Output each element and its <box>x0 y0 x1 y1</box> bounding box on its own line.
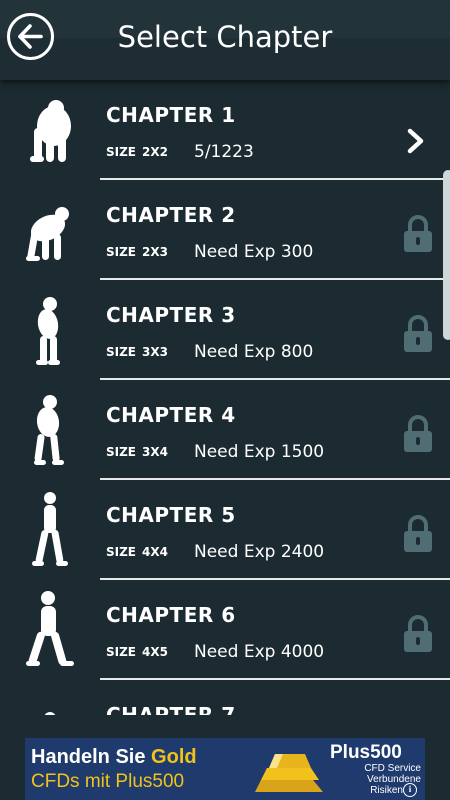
size-label: SIZE <box>106 445 137 459</box>
lock-icon <box>404 215 432 252</box>
human-silhouette-icon <box>44 712 56 715</box>
gorilla-silhouette-icon <box>30 100 71 162</box>
upright-human-silhouette-icon <box>32 492 68 566</box>
lock-icon <box>404 415 432 452</box>
size-label: SIZE <box>106 145 137 159</box>
chapter-title: CHAPTER 1 <box>106 103 236 127</box>
top-bar: Select Chapter <box>0 0 450 80</box>
chevron-right-icon[interactable] <box>405 127 427 155</box>
ad-banner[interactable]: Handeln Sie Gold CFDs mit Plus500 Plus50… <box>25 738 425 800</box>
ad-headline-highlight: Gold <box>151 746 197 768</box>
chapter-title: CHAPTER 2 <box>106 203 236 227</box>
chapter-row-4[interactable]: CHAPTER 4 SIZE 3X4 Need Exp 1500 <box>0 380 450 480</box>
ad-headline-prefix: Handeln Sie <box>31 746 146 768</box>
chapter-row-5[interactable]: CHAPTER 5 SIZE 4X4 Need Exp 2400 <box>0 480 450 580</box>
requirement-text: Need Exp 2400 <box>194 542 325 562</box>
lock-icon <box>404 615 432 652</box>
size-value: 3X4 <box>142 445 168 459</box>
chapter-list[interactable]: CHAPTER 1 SIZE 2X2 5/1223 CHAPTER 2 SIZE… <box>0 80 450 715</box>
chapter-row-7[interactable]: CHAPTER 7 <box>0 680 450 715</box>
lock-icon <box>404 315 432 352</box>
chapter-row-6[interactable]: CHAPTER 6 SIZE 4X5 Need Exp 4000 <box>0 580 450 680</box>
ad-subheadline: CFDs mit Plus500 <box>31 771 185 792</box>
size-value: 2X3 <box>142 245 168 259</box>
chapter-row-2[interactable]: CHAPTER 2 SIZE 2X3 Need Exp 300 <box>0 180 450 280</box>
ad-disclaimer-line: CFD Service <box>364 763 421 774</box>
size-value: 4X5 <box>142 645 168 659</box>
progress-text: 5/1223 <box>194 142 254 162</box>
size-value: 4X4 <box>142 545 168 559</box>
lock-icon <box>404 515 432 552</box>
chapter-title: CHAPTER 5 <box>106 503 236 527</box>
requirement-text: Need Exp 4000 <box>194 642 325 662</box>
size-label: SIZE <box>106 545 137 559</box>
size-label: SIZE <box>106 645 137 659</box>
size-value: 2X2 <box>142 145 168 159</box>
ape-silhouette-icon <box>26 207 69 261</box>
requirement-text: Need Exp 1500 <box>194 442 325 462</box>
page-title: Select Chapter <box>117 20 333 54</box>
scroll-edge-indicator <box>443 170 450 340</box>
requirement-text: Need Exp 300 <box>194 242 314 262</box>
size-label: SIZE <box>106 245 137 259</box>
walking-human-silhouette-icon <box>26 591 74 666</box>
chapter-title: CHAPTER 4 <box>106 403 236 427</box>
size-value: 3X3 <box>142 345 168 359</box>
size-label: SIZE <box>106 345 137 359</box>
info-icon[interactable]: i <box>403 783 417 797</box>
chapter-title: CHAPTER 7 <box>106 703 236 715</box>
chapter-title: CHAPTER 6 <box>106 603 236 627</box>
hominid-silhouette-icon <box>34 395 64 465</box>
ad-brand: Plus500 <box>330 742 402 763</box>
chapter-title: CHAPTER 3 <box>106 303 236 327</box>
chapter-row-1[interactable]: CHAPTER 1 SIZE 2X2 5/1223 <box>0 80 450 180</box>
early-hominid-silhouette-icon <box>36 297 60 365</box>
ad-headline: Handeln Sie Gold <box>31 746 197 769</box>
chapter-row-3[interactable]: CHAPTER 3 SIZE 3X3 Need Exp 800 <box>0 280 450 380</box>
requirement-text: Need Exp 800 <box>194 342 314 362</box>
